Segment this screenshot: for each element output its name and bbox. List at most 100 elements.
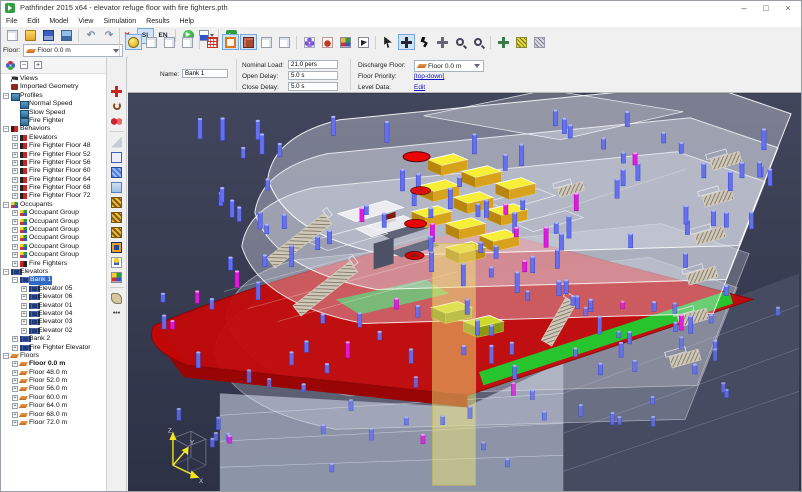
tree-item-label[interactable]: Floor 48.0 m bbox=[29, 369, 67, 377]
door-tool[interactable] bbox=[109, 180, 125, 194]
mirror-tool[interactable] bbox=[109, 114, 125, 128]
tree-item-floor-60-0-m[interactable]: + Floor 60.0 m bbox=[1, 394, 106, 402]
tree-item-label[interactable]: Bank 2 bbox=[29, 335, 50, 343]
measure-region-tool[interactable] bbox=[109, 291, 125, 305]
tree-item-bank-2[interactable]: + Bank 2 bbox=[1, 335, 106, 343]
tree-item-elevators[interactable]: −Elevators bbox=[1, 268, 106, 276]
tree-item-label[interactable]: Occupant Group bbox=[29, 251, 79, 259]
new-file-button[interactable] bbox=[4, 28, 21, 44]
wireframe-mode-button[interactable] bbox=[204, 34, 221, 50]
tree-item-fire-fighter-floor-64[interactable]: +Fire Fighter Floor 64 bbox=[1, 176, 106, 184]
page-option-button[interactable] bbox=[258, 34, 275, 50]
discharge-floor-dropdown[interactable]: Floor 0.0 m bbox=[414, 60, 484, 72]
show-markers-button[interactable] bbox=[355, 34, 372, 50]
name-field[interactable] bbox=[182, 69, 228, 78]
obstruction-tool[interactable] bbox=[109, 165, 125, 179]
zoom-fit-button[interactable] bbox=[470, 34, 487, 50]
duplicate-view-button[interactable] bbox=[161, 34, 178, 50]
tree-item-fire-fighters[interactable]: +Fire Fighters bbox=[1, 260, 106, 268]
expand-expander-icon[interactable]: + bbox=[12, 210, 18, 216]
tree-item-elevator-01[interactable]: + Elevator 01 bbox=[1, 302, 106, 310]
page-option2-button[interactable] bbox=[276, 34, 293, 50]
tree-item-elevator-02[interactable]: +Elevator 02 bbox=[1, 327, 106, 335]
tree-item-label[interactable]: Fire Fighter Floor 48 bbox=[29, 142, 91, 150]
tree-item-label[interactable]: Fire Fighter Floor 68 bbox=[29, 184, 91, 192]
tree-item-label[interactable]: Occupants bbox=[20, 201, 53, 209]
tree-item-elevator-03[interactable]: +Elevator 03 bbox=[1, 318, 106, 326]
expand-expander-icon[interactable]: + bbox=[12, 386, 18, 392]
tree-item-label[interactable]: Floor 60.0 m bbox=[29, 394, 67, 402]
tree-item-elevator-05[interactable]: +Elevator 05 bbox=[1, 285, 106, 293]
expand-expander-icon[interactable]: + bbox=[12, 395, 18, 401]
tree-item-imported-geometry[interactable]: Imported Geometry bbox=[1, 83, 106, 91]
show-groups-button[interactable] bbox=[337, 34, 354, 50]
tree-item-label[interactable]: Slow Speed bbox=[29, 109, 65, 117]
tree-item-label[interactable]: Occupant Group bbox=[29, 218, 79, 226]
expand-expander-icon[interactable]: + bbox=[12, 252, 18, 258]
tree-item-occupant-group[interactable]: + Occupant Group bbox=[1, 218, 106, 226]
tree-item-label[interactable]: Fire Fighter bbox=[29, 117, 64, 125]
move-point-tool[interactable] bbox=[109, 84, 125, 98]
tree-item-fire-fighter-floor-52[interactable]: +Fire Fighter Floor 52 bbox=[1, 151, 106, 159]
tree-item-label[interactable]: Floor 64.0 m bbox=[29, 402, 67, 410]
outline-mode-button[interactable] bbox=[222, 34, 239, 50]
expand-expander-icon[interactable]: + bbox=[12, 227, 18, 233]
walk-tool-button[interactable] bbox=[416, 34, 433, 50]
minimize-button[interactable]: – bbox=[733, 1, 755, 15]
expand-expander-icon[interactable]: + bbox=[12, 160, 18, 166]
menu-model[interactable]: Model bbox=[44, 18, 73, 25]
expand-expander-icon[interactable]: + bbox=[12, 193, 18, 199]
elevator-tool[interactable] bbox=[109, 240, 125, 254]
redo-button[interactable]: ↷ bbox=[101, 28, 118, 44]
tree-item-label[interactable]: Imported Geometry bbox=[20, 83, 79, 91]
snap-grid-off-button[interactable] bbox=[531, 34, 548, 50]
thin-wall-tool[interactable] bbox=[109, 135, 125, 149]
expand-expander-icon[interactable]: + bbox=[12, 336, 18, 342]
add-occupant-tool[interactable] bbox=[109, 255, 125, 269]
tree-item-label[interactable]: Bank 1 bbox=[29, 276, 52, 284]
show-terrain-button[interactable] bbox=[319, 34, 336, 50]
tree-item-label[interactable]: Fire Fighter Floor 64 bbox=[29, 176, 91, 184]
tree-item-fire-fighter[interactable]: Fire Fighter bbox=[1, 117, 106, 125]
expand-expander-icon[interactable]: + bbox=[12, 261, 18, 267]
tree-item-label[interactable]: Normal Speed bbox=[29, 100, 72, 108]
expand-expander-icon[interactable]: + bbox=[12, 235, 18, 241]
tree-item-elevators[interactable]: +Elevators bbox=[1, 134, 106, 142]
tree-item-label[interactable]: Profiles bbox=[20, 92, 43, 100]
tree-item-profiles[interactable]: −Profiles bbox=[1, 92, 106, 100]
expand-expander-icon[interactable]: + bbox=[21, 303, 27, 309]
tree-item-fire-fighter-floor-68[interactable]: +Fire Fighter Floor 68 bbox=[1, 184, 106, 192]
expand-expander-icon[interactable]: + bbox=[12, 168, 18, 174]
viewport-3d[interactable]: Z Y X bbox=[128, 93, 802, 492]
expand-expander-icon[interactable]: + bbox=[21, 311, 27, 317]
collapse-all-button[interactable]: − bbox=[18, 59, 30, 71]
tree-item-label[interactable]: Elevator 01 bbox=[38, 302, 72, 310]
tree-item-label[interactable]: Elevator 03 bbox=[38, 318, 72, 326]
floor-selector-dropdown[interactable]: Floor 0.0 m bbox=[23, 44, 123, 57]
tree-item-label[interactable]: Elevator 04 bbox=[38, 310, 72, 318]
tree-item-fire-fighter-floor-56[interactable]: +Fire Fighter Floor 56 bbox=[1, 159, 106, 167]
tree-item-occupant-group[interactable]: +Occupant Group bbox=[1, 226, 106, 234]
expand-expander-icon[interactable]: + bbox=[12, 219, 18, 225]
tree-item-slow-speed[interactable]: Slow Speed bbox=[1, 109, 106, 117]
copy-view-button[interactable] bbox=[143, 34, 160, 50]
tree-item-label[interactable]: Elevators bbox=[20, 268, 48, 276]
expand-expander-icon[interactable]: + bbox=[12, 420, 18, 426]
nominal-load-field[interactable] bbox=[288, 60, 338, 69]
tree-item-occupant-group[interactable]: +Occupant Group bbox=[1, 209, 106, 217]
undo-button[interactable]: ↶ bbox=[83, 28, 100, 44]
tree-item-floor-64-0-m[interactable]: +Floor 64.0 m bbox=[1, 402, 106, 410]
menu-edit[interactable]: Edit bbox=[22, 18, 44, 25]
expand-expander-icon[interactable]: + bbox=[12, 143, 18, 149]
tree-item-occupant-group[interactable]: + Occupant Group bbox=[1, 251, 106, 259]
expand-expander-icon[interactable]: + bbox=[21, 286, 27, 292]
tree-item-occupant-group[interactable]: +Occupant Group bbox=[1, 243, 106, 251]
tree-item-fire-fighter-floor-72[interactable]: +Fire Fighter Floor 72 bbox=[1, 192, 106, 200]
collapse-expander-icon[interactable]: − bbox=[3, 353, 9, 359]
tree-item-label[interactable]: Floor 0.0 m bbox=[29, 360, 65, 368]
tree-item-floor-48-0-m[interactable]: +Floor 48.0 m bbox=[1, 369, 106, 377]
tree-item-label[interactable]: Floor 68.0 m bbox=[29, 411, 67, 419]
tree-item-floors[interactable]: −Floors bbox=[1, 352, 106, 360]
tree-item-floor-52-0-m[interactable]: +Floor 52.0 m bbox=[1, 377, 106, 385]
expand-expander-icon[interactable]: + bbox=[12, 412, 18, 418]
